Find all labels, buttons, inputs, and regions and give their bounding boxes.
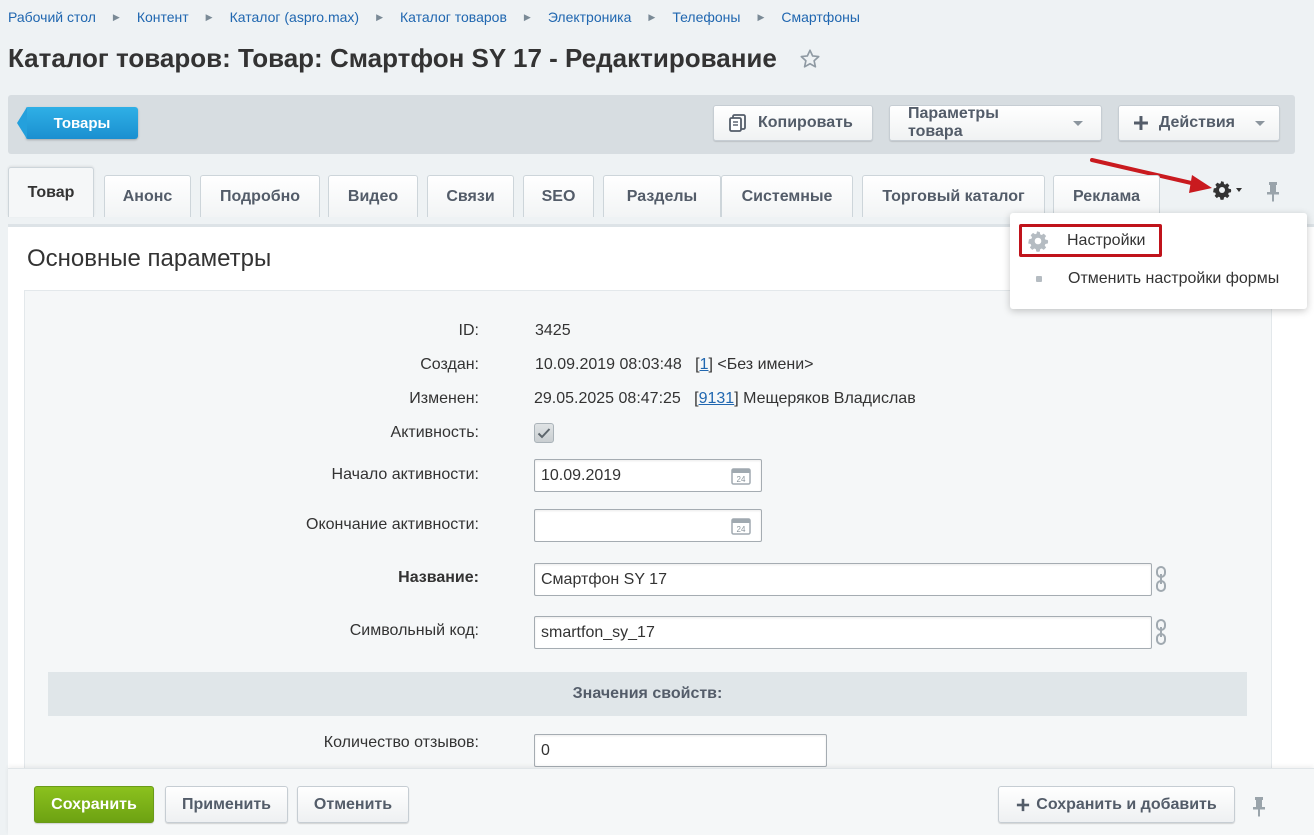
created-value: 10.09.2019 08:03:48 [1] <Без имени> <box>535 356 814 373</box>
apply-button[interactable]: Применить <box>165 786 288 823</box>
tab-links[interactable]: Связи <box>427 175 514 217</box>
menu-item-settings-label: Настройки <box>1067 232 1146 249</box>
section-title: Основные параметры <box>27 245 272 272</box>
breadcrumb-separator-icon: ▶ <box>376 11 383 22</box>
id-label: ID: <box>458 322 479 339</box>
active-from-value: 10.09.2019 <box>541 466 622 484</box>
chevron-down-icon <box>1236 188 1242 192</box>
save-and-add-button[interactable]: Сохранить и добавить <box>998 786 1235 823</box>
modified-user-link[interactable]: 9131 <box>699 390 735 407</box>
breadcrumb-item[interactable]: Электроника <box>548 9 632 25</box>
svg-text:24: 24 <box>737 525 746 534</box>
created-user-link[interactable]: 1 <box>700 356 709 373</box>
favorite-star-icon[interactable] <box>799 48 821 70</box>
form-settings-menu: Настройки Отменить настройки формы <box>1010 213 1307 309</box>
tab-product[interactable]: Товар <box>8 167 94 217</box>
tab-seo[interactable]: SEO <box>523 175 594 217</box>
pin-icon[interactable] <box>1265 181 1281 203</box>
bottom-action-bar: Сохранить Применить Отменить Сохранить и… <box>8 768 1314 835</box>
toolbar: Товары Копировать Параметры товара Дейст… <box>8 95 1295 154</box>
plus-icon <box>1017 798 1030 811</box>
page-header: Каталог товаров: Товар: Смартфон SY 17 -… <box>8 43 821 74</box>
tab-sections[interactable]: Разделы <box>603 175 721 217</box>
breadcrumb-separator-icon: ▶ <box>648 11 656 22</box>
menu-item-reset-form[interactable]: Отменить настройки формы <box>1036 264 1279 294</box>
form-settings-toggle[interactable] <box>1212 180 1242 200</box>
breadcrumb-separator-icon: ▶ <box>757 11 765 22</box>
gear-icon[interactable] <box>1212 180 1232 200</box>
menu-item-reset-label: Отменить настройки формы <box>1068 270 1280 287</box>
breadcrumb: Рабочий стол ▶ Контент ▶ Каталог (aspro.… <box>8 9 860 25</box>
active-to-label: Окончание активности: <box>306 516 479 533</box>
chevron-down-icon <box>1255 120 1265 126</box>
pin-icon[interactable] <box>1251 796 1267 818</box>
tab-system[interactable]: Системные <box>721 175 853 217</box>
reviews-count-label: Количество отзывов: <box>323 734 479 751</box>
plus-icon <box>1133 116 1148 130</box>
chevron-down-icon <box>1073 120 1083 126</box>
calendar-icon[interactable]: 24 <box>731 467 751 485</box>
id-value: 3425 <box>535 322 571 339</box>
breadcrumb-item[interactable]: Контент <box>137 9 189 25</box>
name-value: Смартфон SY 17 <box>541 570 667 588</box>
modified-label: Изменен: <box>409 390 479 407</box>
tab-video[interactable]: Видео <box>328 175 418 217</box>
product-params-label: Параметры товара <box>908 105 999 140</box>
code-label: Символьный код: <box>349 622 479 639</box>
save-button[interactable]: Сохранить <box>34 786 154 823</box>
cancel-button[interactable]: Отменить <box>297 786 409 823</box>
name-label: Название: <box>398 569 479 586</box>
chain-link-icon[interactable] <box>1155 619 1167 645</box>
properties-section-header: Значения свойств: <box>48 672 1247 716</box>
breadcrumb-separator-icon: ▶ <box>112 11 120 22</box>
active-to-input[interactable]: 24 <box>534 509 762 542</box>
product-params-button[interactable]: Параметры товара <box>889 105 1102 141</box>
active-from-input[interactable]: 10.09.2019 24 <box>534 459 762 492</box>
page-title: Каталог товаров: Товар: Смартфон SY 17 -… <box>8 43 777 73</box>
active-label: Активность: <box>390 424 479 441</box>
created-label: Создан: <box>420 356 479 373</box>
form-fields: ID: 3425 Создан: 10.09.2019 08:03:48 [1]… <box>24 290 1272 790</box>
name-input[interactable]: Смартфон SY 17 <box>534 563 1152 596</box>
chain-link-icon[interactable] <box>1155 566 1167 592</box>
back-to-products-button[interactable]: Товары <box>17 107 138 139</box>
breadcrumb-item[interactable]: Телефоны <box>672 9 740 25</box>
copy-button[interactable]: Копировать <box>713 105 873 141</box>
created-date: 10.09.2019 08:03:48 <box>535 356 682 373</box>
active-checkbox[interactable] <box>534 423 554 443</box>
breadcrumb-item[interactable]: Смартфоны <box>781 9 860 25</box>
active-from-label: Начало активности: <box>331 466 479 483</box>
modified-user: Мещеряков Владислав <box>743 390 916 407</box>
actions-button[interactable]: Действия <box>1118 105 1280 141</box>
tab-announce[interactable]: Анонс <box>104 175 191 217</box>
copy-icon <box>729 114 746 132</box>
tab-advertising[interactable]: Реклама <box>1053 175 1160 217</box>
svg-text:24: 24 <box>737 475 746 484</box>
save-and-add-label: Сохранить и добавить <box>1036 795 1217 813</box>
bullet-icon <box>1036 276 1042 282</box>
modified-date: 29.05.2025 08:47:25 <box>534 390 681 407</box>
gear-icon <box>1028 231 1049 252</box>
breadcrumb-item[interactable]: Рабочий стол <box>8 9 96 25</box>
tab-trade-catalog[interactable]: Торговый каталог <box>862 175 1045 217</box>
menu-item-settings[interactable]: Настройки <box>1027 226 1145 256</box>
breadcrumb-separator-icon: ▶ <box>523 11 531 22</box>
checkmark-icon <box>537 428 551 439</box>
tab-detail[interactable]: Подробно <box>200 175 320 217</box>
created-user: <Без имени> <box>717 356 814 373</box>
calendar-icon[interactable]: 24 <box>731 517 751 535</box>
code-value: smartfon_sy_17 <box>541 623 655 641</box>
copy-button-label: Копировать <box>758 114 853 131</box>
breadcrumb-separator-icon: ▶ <box>205 11 213 22</box>
reviews-count-input[interactable]: 0 <box>534 734 827 767</box>
reviews-count-value: 0 <box>541 741 550 759</box>
breadcrumb-item[interactable]: Каталог (aspro.max) <box>230 9 359 25</box>
breadcrumb-item[interactable]: Каталог товаров <box>400 9 507 25</box>
code-input[interactable]: smartfon_sy_17 <box>534 616 1152 649</box>
actions-label: Действия <box>1158 114 1235 131</box>
modified-value: 29.05.2025 08:47:25 [9131] Мещеряков Вла… <box>534 390 916 407</box>
